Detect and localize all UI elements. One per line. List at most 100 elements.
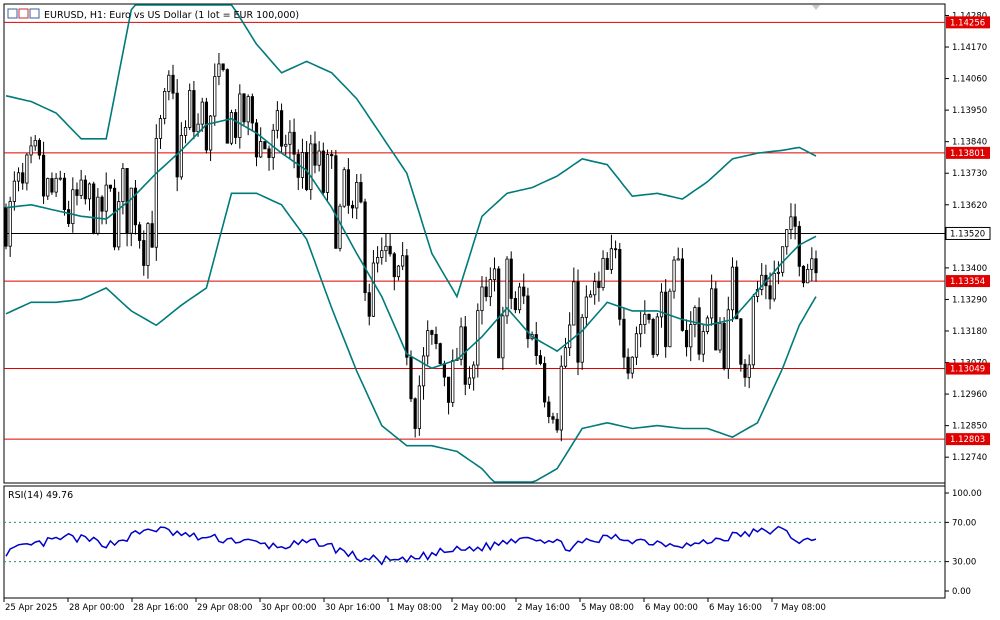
candle-body — [559, 365, 563, 431]
time-tick-label: 7 May 08:00 — [773, 603, 826, 613]
candle-body — [622, 318, 626, 358]
candle-body — [25, 154, 29, 184]
candle-body — [367, 292, 371, 317]
candle-body — [175, 92, 179, 178]
candle-body — [517, 286, 522, 311]
candle-body — [434, 334, 438, 344]
candle-body — [238, 93, 242, 138]
candle-body — [254, 122, 259, 158]
candle-body — [108, 184, 112, 189]
candle-body — [250, 96, 254, 124]
candle-body — [417, 385, 421, 429]
price-tick-label: 1.13840 — [952, 138, 987, 148]
candle-body — [413, 398, 417, 429]
candle-body — [647, 313, 651, 320]
candle-body — [380, 250, 384, 258]
candle-body — [593, 281, 597, 296]
candle-body — [242, 93, 246, 123]
candle-body — [630, 356, 634, 374]
candle-body — [334, 155, 338, 249]
candle-body — [92, 183, 96, 234]
candle-body — [213, 76, 217, 117]
candle-body — [138, 224, 142, 241]
candle-body — [572, 281, 576, 326]
candle-body — [33, 139, 37, 147]
candle-body — [4, 207, 8, 247]
candle-body — [54, 177, 58, 193]
candle-body — [167, 74, 171, 92]
candle-body — [200, 101, 204, 125]
candle-body — [208, 115, 213, 151]
candle-body — [234, 112, 238, 138]
candle-body — [472, 364, 476, 379]
candle-body — [309, 143, 313, 190]
price-tick-label: 1.12960 — [952, 390, 987, 400]
candle-body — [146, 223, 150, 266]
candle-body — [480, 286, 484, 311]
candle-body — [438, 343, 442, 365]
candle-body — [601, 258, 605, 288]
candle-body — [388, 245, 392, 255]
candle-body — [668, 290, 672, 348]
candle-body — [463, 326, 467, 385]
candle-body — [401, 255, 405, 267]
candle-body — [664, 291, 668, 348]
candle-body — [626, 356, 630, 374]
candle-body — [780, 246, 785, 273]
candle-body — [488, 279, 492, 298]
candle-body — [271, 129, 275, 158]
chart-title: EURUSD, H1: Euro vs US Dollar (1 lot = E… — [44, 10, 299, 21]
candle-body — [21, 172, 25, 184]
candle-body — [735, 266, 739, 320]
candle-body — [346, 169, 350, 206]
time-axis: 25 Apr 2025 28 Apr 00:00 28 Apr 16:00 29 Ap… — [3, 598, 826, 613]
price-tick-label: 1.13950 — [952, 106, 987, 116]
time-tick-label: 30 Apr 00:00 — [261, 603, 316, 613]
time-tick-label: 1 May 08:00 — [389, 603, 442, 613]
level-price-tag-label: 1.13049 — [950, 365, 985, 375]
price-tick-label: 1.13290 — [952, 295, 987, 305]
candle-body — [225, 69, 229, 144]
candle-body — [292, 131, 296, 155]
candle-body — [718, 322, 722, 351]
candle-body — [551, 416, 555, 420]
candle-body — [451, 360, 455, 403]
candle-body — [467, 377, 472, 385]
candle-body — [684, 330, 689, 348]
candle-body — [104, 184, 108, 212]
candle-body — [655, 316, 659, 355]
candle-body — [246, 96, 250, 123]
time-tick-label: 5 May 08:00 — [581, 603, 634, 613]
window-icon — [7, 8, 18, 19]
candle-body — [618, 249, 622, 320]
candle-body — [639, 324, 643, 335]
candle-body — [580, 316, 584, 363]
candle-body — [396, 265, 401, 278]
rsi-tick-label: 70.00 — [952, 518, 976, 528]
candle-body — [179, 134, 183, 178]
rsi-tick-label: 0.00 — [952, 587, 971, 597]
candle-body — [259, 141, 263, 158]
candle-body — [29, 145, 33, 156]
price-tick-label: 1.13180 — [952, 327, 987, 337]
candle-body — [806, 269, 810, 284]
candle-body — [229, 112, 234, 144]
candle-body — [430, 330, 434, 335]
candle-body — [672, 259, 676, 292]
candle-body — [801, 265, 806, 284]
candle-body — [588, 294, 593, 298]
candle-body — [442, 363, 447, 378]
chart-canvas[interactable]: 1.142801.141701.140601.139501.138401.137… — [0, 0, 1000, 620]
candle-body — [363, 201, 367, 294]
candle-body — [142, 240, 146, 266]
candle-body — [275, 110, 279, 131]
candle-body — [768, 285, 772, 300]
trading-chart-window: 1.142801.141701.140601.139501.138401.137… — [0, 0, 1000, 620]
price-tick-label: 1.12850 — [952, 422, 987, 432]
rsi-plot-frame — [3, 485, 946, 599]
candle-body — [555, 418, 559, 431]
candle-body — [547, 401, 551, 418]
time-tick-label: 2 May 00:00 — [453, 603, 506, 613]
candle-body — [568, 324, 572, 349]
candle-body — [163, 91, 167, 119]
